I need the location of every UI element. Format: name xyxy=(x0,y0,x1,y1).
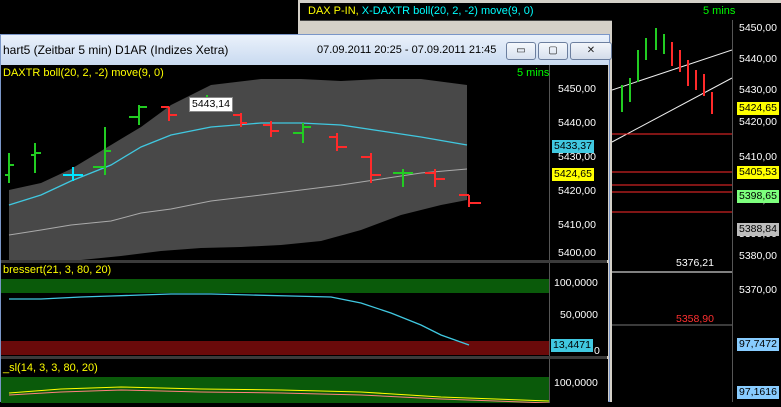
window-time-range: 07.09.2011 20:25 - 07.09.2011 21:45 xyxy=(317,44,497,56)
bollinger-band xyxy=(9,79,467,260)
price-box-upper: 5433,37 xyxy=(552,140,594,153)
oscillator-line xyxy=(9,293,470,346)
background-interval: 5 mins xyxy=(703,5,736,17)
osc-box-2: 97,1616 xyxy=(737,386,779,399)
background-title-bar: DAX P-IN, X-DAXTR boll(20, 2, -2) move(9… xyxy=(300,3,781,21)
minimize-button[interactable]: ▭ xyxy=(506,42,536,60)
oscillator-value-box: 13,4471 xyxy=(551,339,593,352)
background-title: DAX P-IN, X-DAXTR boll(20, 2, -2) move(9… xyxy=(308,5,534,17)
oscillator2-line-b xyxy=(8,389,549,403)
price-box-level2: 5398,65 xyxy=(737,190,779,203)
price-box-level3: 5388,84 xyxy=(737,223,779,236)
oscillator2-axis: 100,0000 xyxy=(549,359,608,403)
price-axis: 5450,00 5440,00 5430,00 5420,00 5410,00 … xyxy=(549,65,608,260)
background-pane-separator xyxy=(612,324,732,326)
price-chart-svg xyxy=(5,79,481,260)
chart-window[interactable]: hart5 (Zeitbar 5 min) D1AR (Indizes Xetr… xyxy=(0,34,612,403)
price-box-last-front: 5424,65 xyxy=(552,168,594,181)
oscillator-pane[interactable]: bressert(21, 3, 80, 20) xyxy=(1,263,549,356)
price-box-level1: 5405,53 xyxy=(737,166,779,179)
window-title-bar[interactable]: hart5 (Zeitbar 5 min) D1AR (Indizes Xetr… xyxy=(1,35,612,65)
price-pane[interactable]: DAXTR boll(20, 2, -2) move(9, 0) 5 mins xyxy=(1,65,549,260)
background-price-axis: 5450,00 5440,00 5430,00 5420,00 5410,00 … xyxy=(732,20,781,402)
oscillator2-line-a xyxy=(8,386,549,402)
oscillator-svg xyxy=(9,293,470,346)
annotation-low-label: 5376,21 xyxy=(676,257,714,269)
close-button[interactable]: ✕ xyxy=(570,42,612,60)
osc-box-1: 97,7472 xyxy=(737,338,779,351)
maximize-button[interactable]: ▢ xyxy=(538,42,568,60)
oscillator-axis: 100,0000 50,0000 0 13,4471 xyxy=(549,263,608,357)
price-tooltip: 5443,14 xyxy=(189,97,233,112)
background-plot: 5376,21 5358,90 xyxy=(611,20,733,402)
background-candles xyxy=(621,28,713,114)
oscillator2-pane[interactable]: _sl(14, 3, 3, 80, 20) xyxy=(1,359,549,403)
background-chart-svg xyxy=(611,28,733,273)
price-box-last: 5424,65 xyxy=(737,102,779,115)
window-title: hart5 (Zeitbar 5 min) D1AR (Indizes Xetr… xyxy=(3,43,229,57)
oscillator2-svg xyxy=(8,386,549,403)
